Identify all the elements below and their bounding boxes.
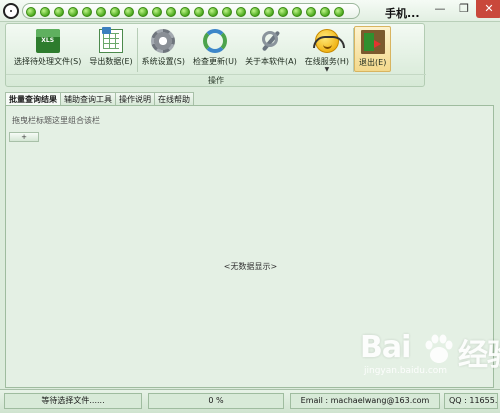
headset-face-icon (312, 29, 345, 53)
group-by-hint: 拖曳栏标题这里组合该栏 (12, 116, 100, 125)
refresh-icon (203, 29, 227, 53)
quick-access-dot-icon[interactable] (264, 7, 274, 17)
exit-label: 退出(E) (359, 58, 387, 67)
ribbon-group-label: 操作 (6, 74, 426, 87)
quick-access-dot-icon[interactable] (110, 7, 120, 17)
quick-access-dot-icon[interactable] (40, 7, 50, 17)
tab-online-help[interactable]: 在线帮助 (154, 92, 194, 106)
quick-access-dot-icon[interactable] (236, 7, 246, 17)
quick-access-dot-icon[interactable] (152, 7, 162, 17)
export-data-label: 导出数据(E) (89, 57, 133, 66)
app-logo-icon[interactable] (3, 3, 19, 19)
quick-access-dot-icon[interactable] (124, 7, 134, 17)
ribbon-button-row: XLS 选择待处理文件(S) 导出数据(E) 系统设置(S) 检查更新(U) 关… (10, 26, 392, 73)
contact-qq: QQ : 11655... (444, 393, 498, 409)
export-data-button[interactable]: 导出数据(E) (85, 26, 136, 72)
quick-access-dot-icon[interactable] (82, 7, 92, 17)
online-service-button[interactable]: 在线服务(H) ▼ (301, 26, 353, 73)
gear-icon (151, 29, 176, 53)
quick-access-dot-icon[interactable] (96, 7, 106, 17)
quick-access-dot-icon[interactable] (292, 7, 302, 17)
window-controls: — ❐ ✕ (428, 0, 500, 18)
ribbon-toolbar: XLS 选择待处理文件(S) 导出数据(E) 系统设置(S) 检查更新(U) 关… (5, 23, 426, 87)
quick-access-dot-icon[interactable] (222, 7, 232, 17)
progress-bar: 0 % (148, 393, 284, 409)
quick-access-dot-icon[interactable] (208, 7, 218, 17)
quick-access-dot-icon[interactable] (194, 7, 204, 17)
window-title: 手机... (385, 7, 420, 20)
quick-access-toolbar (22, 3, 360, 19)
restore-button[interactable]: ❐ (452, 0, 476, 18)
title-bar: 手机... — ❐ ✕ (0, 0, 500, 22)
watermark-url: jingyan.baidu.com (364, 366, 448, 376)
exit-door-icon (360, 30, 385, 54)
quick-access-dots (26, 7, 344, 17)
watermark-brand: Bai (360, 330, 411, 365)
contact-email: Email : machaelwang@163.com (290, 393, 440, 409)
quick-access-dot-icon[interactable] (320, 7, 330, 17)
quick-access-dot-icon[interactable] (166, 7, 176, 17)
status-bar: 等待选择文件...... 0 % Email : machaelwang@163… (0, 389, 500, 413)
quick-access-dot-icon[interactable] (306, 7, 316, 17)
quick-access-dot-icon[interactable] (250, 7, 260, 17)
quick-access-dot-icon[interactable] (180, 7, 190, 17)
watermark: Bai 经验 jingyan.baidu.com (360, 330, 500, 376)
chevron-down-icon: ▼ (324, 66, 330, 73)
results-grid[interactable]: 拖曳栏标题这里组合该栏 + <无数据显示> (5, 105, 494, 388)
system-settings-button[interactable]: 系统设置(S) (138, 26, 189, 72)
empty-message: <无数据显示> (223, 262, 278, 271)
tab-strip: 批量查询结果 辅助查询工具 操作说明 在线帮助 (5, 92, 194, 107)
tab-helper-tools[interactable]: 辅助查询工具 (60, 92, 116, 106)
minimize-button[interactable]: — (428, 0, 452, 18)
about-label: 关于本软件(A) (245, 57, 297, 66)
about-button[interactable]: 关于本软件(A) (241, 26, 301, 72)
close-button[interactable]: ✕ (476, 0, 500, 18)
quick-access-dot-icon[interactable] (68, 7, 78, 17)
system-settings-label: 系统设置(S) (141, 57, 185, 66)
quick-access-dot-icon[interactable] (334, 7, 344, 17)
status-text: 等待选择文件...... (4, 393, 142, 409)
excel-xls-icon: XLS (35, 29, 60, 53)
expand-row-button[interactable]: + (9, 132, 39, 142)
quick-access-dot-icon[interactable] (278, 7, 288, 17)
check-update-label: 检查更新(U) (192, 57, 238, 66)
quick-access-dot-icon[interactable] (54, 7, 64, 17)
quick-access-dot-icon[interactable] (26, 7, 36, 17)
spreadsheet-icon (98, 27, 123, 53)
paw-logo-icon (425, 334, 453, 363)
quick-access-dot-icon[interactable] (138, 7, 148, 17)
tab-instructions[interactable]: 操作说明 (115, 92, 155, 106)
select-file-label: 选择待处理文件(S) (14, 57, 82, 66)
select-file-button[interactable]: XLS 选择待处理文件(S) (10, 26, 85, 72)
exit-button[interactable]: 退出(E) (354, 26, 392, 72)
watermark-suffix: 经验 (458, 338, 500, 373)
check-update-button[interactable]: 检查更新(U) (189, 26, 241, 72)
tools-icon (259, 29, 283, 53)
